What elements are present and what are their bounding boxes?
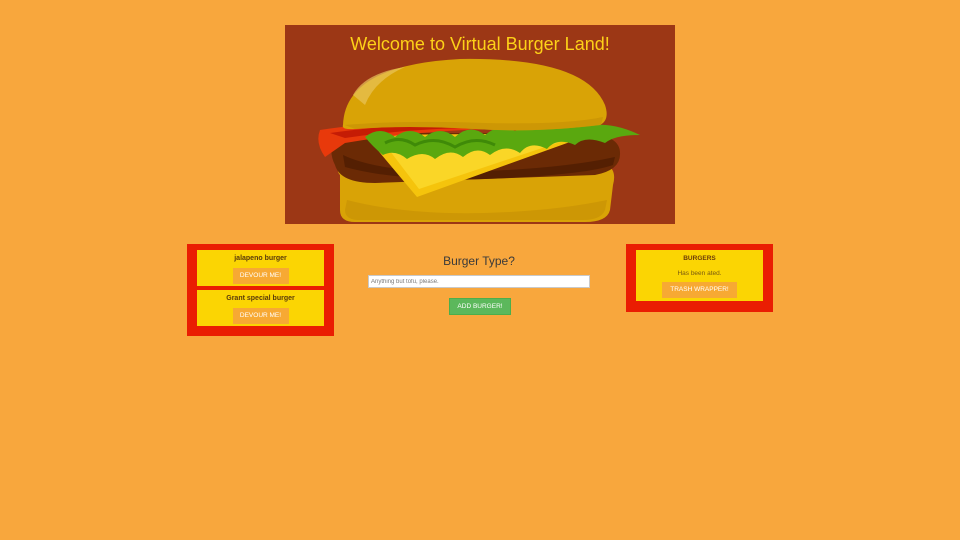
trash-wrapper-button[interactable]: TRASH WRAPPER! — [662, 282, 737, 298]
burger-type-input[interactable] — [368, 275, 590, 288]
burger-card: Grant special burger DEVOUR ME! — [197, 290, 324, 326]
devoured-card: BURGERS Has been ated. TRASH WRAPPER! — [636, 250, 763, 301]
hero-title: Welcome to Virtual Burger Land! — [350, 34, 610, 54]
uneaten-burgers-panel: jalapeno burger DEVOUR ME! Grant special… — [187, 244, 334, 336]
add-burger-button[interactable]: ADD BURGER! — [449, 298, 511, 315]
devoured-text: Has been ated. — [677, 270, 722, 277]
hero-banner: Welcome to Virtual Burger Land! — [285, 25, 675, 224]
devour-button[interactable]: DEVOUR ME! — [232, 268, 289, 284]
form-title: Burger Type? — [443, 254, 515, 268]
burger-name: Grant special burger — [226, 295, 295, 302]
devoured-burgers-panel: BURGERS Has been ated. TRASH WRAPPER! — [626, 244, 773, 312]
devoured-heading: BURGERS — [683, 255, 716, 262]
page: Welcome to Virtual Burger Land! jalapeno… — [0, 0, 960, 540]
burger-name: jalapeno burger — [234, 255, 287, 262]
devour-button[interactable]: DEVOUR ME! — [232, 308, 289, 324]
burger-card: jalapeno burger DEVOUR ME! — [197, 250, 324, 286]
